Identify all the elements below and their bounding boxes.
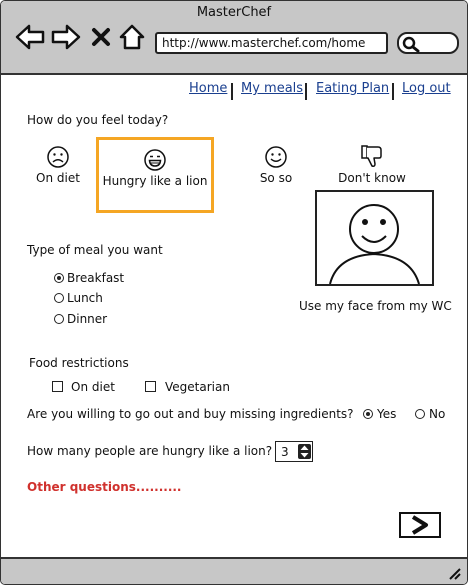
feel-question: How do you feel today? — [27, 113, 169, 127]
feel-option-on-diet[interactable]: On diet — [29, 145, 87, 185]
feel-option-so-so[interactable]: So so — [253, 145, 299, 185]
nav-separator — [231, 83, 233, 100]
grinning-face-icon — [144, 149, 166, 171]
radio-label: Breakfast — [67, 271, 125, 285]
meal-question: Type of meal you want — [27, 243, 163, 257]
other-questions-link[interactable]: Other questions.......... — [27, 480, 182, 494]
stepper-arrows-icon[interactable] — [298, 444, 311, 459]
window-title: MasterChef — [196, 5, 272, 20]
people-question: How many people are hungry like a lion? — [27, 444, 273, 458]
nav-link-eating-plan[interactable]: Eating Plan — [316, 81, 389, 96]
address-bar[interactable]: http://www.masterchef.com/home — [155, 32, 388, 54]
status-bar — [1, 557, 467, 584]
radio-label: Lunch — [67, 291, 103, 305]
checkbox-label: Vegetarian — [165, 380, 230, 394]
feel-option-dont-know[interactable]: Don't know — [335, 143, 409, 185]
nav-link-home[interactable]: Home — [189, 81, 227, 96]
thumbs-down-icon — [361, 145, 382, 167]
buy-question: Are you willing to go out and buy missin… — [27, 407, 354, 421]
search-icon — [402, 36, 420, 53]
next-arrow-icon — [399, 512, 441, 538]
checkbox-on-diet[interactable] — [52, 381, 63, 392]
people-stepper[interactable]: 3 — [275, 441, 313, 462]
radio-lunch[interactable] — [54, 293, 64, 303]
radio-label: Yes — [377, 407, 397, 421]
feel-option-label: Hungry like a lion — [102, 174, 208, 188]
feel-option-label: Don't know — [338, 171, 406, 185]
restrictions-label: Food restrictions — [29, 356, 129, 370]
browser-chrome: MasterChef http://www.masterchef.com/hom… — [1, 1, 467, 75]
stepper-value: 3 — [281, 445, 289, 459]
back-arrow-icon[interactable] — [15, 23, 45, 51]
checkbox-vegetarian[interactable] — [145, 381, 156, 392]
feel-option-hungry[interactable]: Hungry like a lion — [99, 148, 211, 188]
radio-label: No — [429, 407, 446, 421]
browser-window: MasterChef http://www.masterchef.com/hom… — [0, 0, 468, 585]
radio-yes[interactable] — [363, 409, 373, 419]
nav-separator — [392, 83, 394, 100]
webcam-face-image[interactable] — [315, 190, 434, 286]
resize-grip-icon[interactable] — [447, 566, 461, 580]
nav-link-log-out[interactable]: Log out — [402, 81, 451, 96]
feel-option-label: On diet — [36, 171, 80, 185]
radio-breakfast[interactable] — [54, 273, 64, 283]
forward-arrow-icon[interactable] — [51, 23, 81, 51]
sad-face-icon — [47, 146, 69, 168]
nav-separator — [305, 83, 307, 100]
webcam-caption: Use my face from my WC — [299, 299, 452, 313]
face-placeholder-icon — [329, 204, 420, 284]
radio-no[interactable] — [415, 409, 425, 419]
radio-dinner[interactable] — [54, 314, 64, 324]
checkbox-label: On diet — [71, 380, 115, 394]
nav-link-my-meals[interactable]: My meals — [241, 81, 303, 96]
feel-option-label: So so — [259, 171, 293, 185]
radio-label: Dinner — [67, 312, 108, 326]
smiley-face-icon — [265, 146, 287, 168]
next-button[interactable] — [399, 512, 441, 538]
home-icon[interactable] — [119, 23, 145, 51]
stop-x-icon[interactable] — [91, 23, 111, 51]
search-field[interactable] — [397, 32, 459, 54]
